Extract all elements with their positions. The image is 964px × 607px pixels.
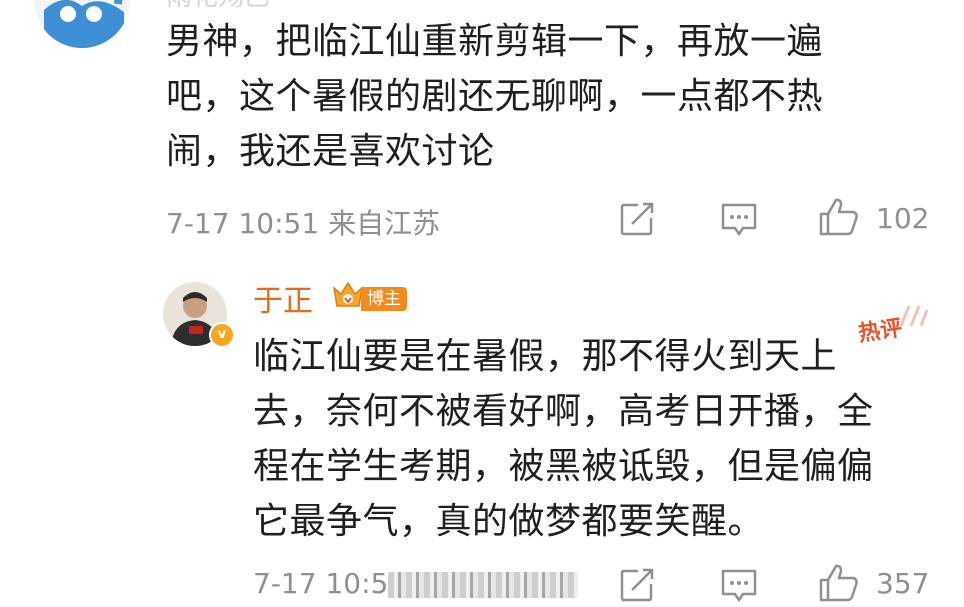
like-icon[interactable] [817,562,861,604]
comment-text: 男神，把临江仙重新剪辑一下，再放一遍 吧，这个暑假的剧还无聊啊，一点都不热 闹，… [166,14,926,179]
reply-line: 临江仙要是在暑假，那不得火到天上 [253,336,838,377]
reply-date: 7-17 [253,567,317,600]
hot-decoration-icon [899,305,929,327]
obscured-text [388,572,578,598]
comment-location: 来自江苏 [328,207,441,240]
reply-line: 它最争气，真的做梦都要笑醒。 [253,501,765,542]
comment-meta: 7-17 10:51 来自江苏 [166,202,440,242]
comment-line: 吧，这个暑假的剧还无聊啊，一点都不热 [166,76,824,117]
share-icon[interactable] [618,200,656,238]
username[interactable]: 于正 [253,276,313,320]
verified-badge: v [209,322,235,348]
comment-date: 7-17 [166,207,230,240]
reply-text: 临江仙要是在暑假，那不得火到天上 去，奈何不被看好啊，高考日开播，全 程在学生考… [253,329,943,549]
share-icon[interactable] [618,566,656,604]
comment-line: 男神，把临江仙重新剪辑一下，再放一遍 [166,21,824,62]
avatar[interactable] [34,0,130,48]
comment-icon[interactable] [719,201,759,239]
username-cropped[interactable]: 雨花殇巴 [166,0,426,12]
like-count: 357 [876,567,930,600]
avatar-image [34,0,130,48]
like-icon[interactable] [817,196,861,238]
reply-line: 程在学生考期，被黑被诋毁，但是偏偏 [253,446,874,487]
comment-line: 闹，我还是喜欢讨论 [166,131,495,172]
reply-meta: 7-17 10:5 [253,567,388,600]
username[interactable]: 雨花殇巴 [166,0,270,13]
like-count: 102 [876,202,930,235]
reply-time: 10:5 [325,567,389,600]
blogger-badge: 博主 [361,287,407,311]
comment-icon[interactable] [719,567,759,605]
comment-time: 10:51 [238,207,320,240]
reply-line: 去，奈何不被看好啊，高考日开播，全 [253,391,874,432]
